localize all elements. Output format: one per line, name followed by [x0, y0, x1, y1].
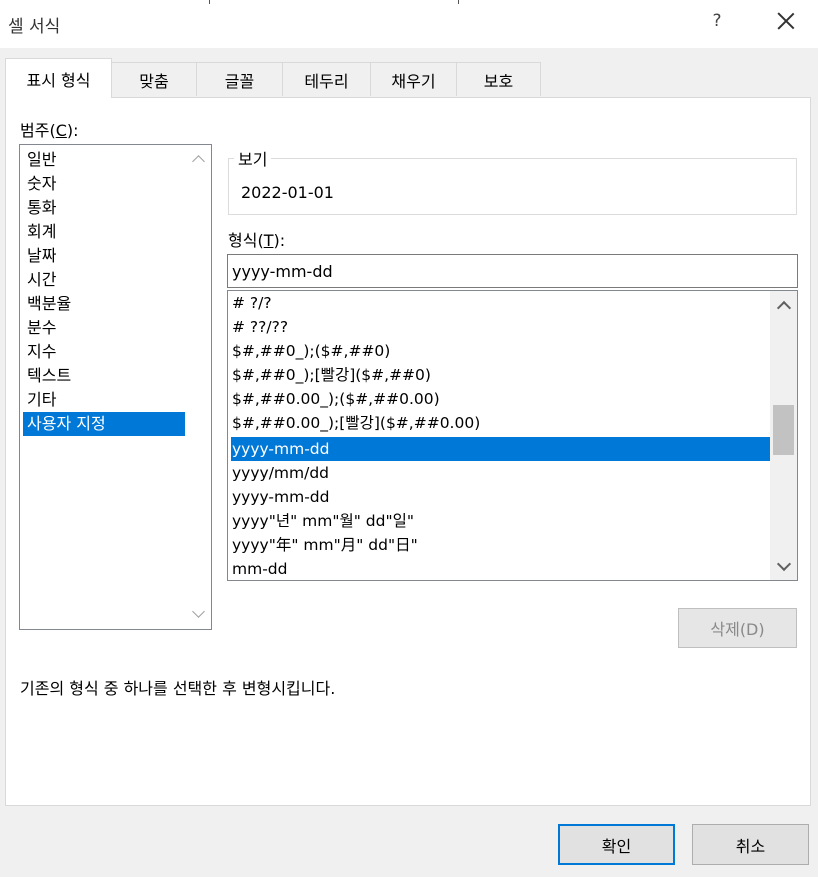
format-label-pre: 형식(: [228, 231, 264, 250]
delete-button[interactable]: 삭제(D): [678, 608, 797, 648]
category-label: 범주(C):: [20, 117, 79, 141]
cancel-button[interactable]: 취소: [692, 824, 809, 865]
ok-button[interactable]: 확인: [558, 824, 675, 865]
tab-label: 테두리: [304, 71, 349, 91]
category-item-percentage[interactable]: 백분율: [23, 292, 185, 316]
category-item-fraction[interactable]: 분수: [23, 316, 185, 340]
scroll-up-icon[interactable]: [776, 300, 792, 316]
divider: [458, 0, 459, 4]
category-label-pre: 범주(: [20, 121, 56, 140]
chevron-up-icon[interactable]: [192, 155, 205, 168]
category-item-special[interactable]: 기타: [23, 388, 185, 412]
category-label-post: ):: [66, 121, 79, 140]
dialog-title: 셀 서식: [8, 17, 61, 37]
scroll-down-icon[interactable]: [776, 556, 792, 572]
divider: [209, 0, 210, 4]
format-item[interactable]: $#,##0.00_);[빨강]($#,##0.00): [231, 411, 771, 435]
category-item-custom[interactable]: 사용자 지정: [23, 412, 185, 436]
category-item-number[interactable]: 숫자: [23, 172, 185, 196]
tab-label: 글꼴: [224, 71, 255, 91]
category-list[interactable]: 일반 숫자 통화 회계 날짜 시간 백분율 분수 지수 텍스트 기타 사용자 지…: [19, 144, 212, 630]
tab-font[interactable]: 글꼴: [196, 62, 283, 96]
category-item-general[interactable]: 일반: [23, 148, 185, 172]
category-item-accounting[interactable]: 회계: [23, 220, 185, 244]
format-input[interactable]: [227, 254, 798, 288]
tab-label: 맞춤: [139, 71, 169, 91]
close-icon[interactable]: [772, 8, 800, 36]
format-item[interactable]: # ??/??: [231, 315, 771, 339]
tab-protection[interactable]: 보호: [456, 62, 541, 96]
sample-label: 보기: [234, 146, 272, 170]
tab-label: 보호: [483, 71, 514, 91]
tab-label: 채우기: [391, 71, 436, 91]
format-item[interactable]: mm-dd: [231, 557, 771, 580]
tab-label: 표시 형식: [26, 70, 91, 90]
tab-border[interactable]: 테두리: [282, 62, 371, 96]
category-scrollbar[interactable]: [186, 145, 211, 629]
format-label: 형식(T):: [228, 227, 285, 251]
format-item[interactable]: yyyy"年" mm"月" dd"日": [231, 533, 771, 557]
format-item[interactable]: $#,##0_);($#,##0): [231, 339, 771, 363]
format-label-key: T: [263, 231, 274, 250]
category-item-text[interactable]: 텍스트: [23, 364, 185, 388]
category-label-key: C: [55, 121, 67, 140]
format-list[interactable]: # ?/? # ??/?? $#,##0_);($#,##0) $#,##0_)…: [227, 290, 798, 581]
category-item-scientific[interactable]: 지수: [23, 340, 185, 364]
format-item[interactable]: yyyy-mm-dd: [231, 485, 771, 509]
tab-fill[interactable]: 채우기: [370, 62, 457, 96]
format-item-selected[interactable]: yyyy-mm-dd: [231, 437, 771, 461]
tab-number-format[interactable]: 표시 형식: [5, 58, 112, 98]
format-item[interactable]: $#,##0.00_);($#,##0.00): [231, 387, 771, 411]
category-item-currency[interactable]: 통화: [23, 196, 185, 220]
chevron-down-icon[interactable]: [192, 605, 205, 618]
format-item[interactable]: # ?/?: [231, 291, 771, 315]
category-item-time[interactable]: 시간: [23, 268, 185, 292]
format-item[interactable]: $#,##0_);[빨강]($#,##0): [231, 363, 771, 387]
help-icon[interactable]: ?: [708, 11, 726, 31]
format-item[interactable]: yyyy"년" mm"월" dd"일": [231, 509, 771, 533]
scrollbar-thumb[interactable]: [773, 405, 794, 455]
format-item[interactable]: yyyy/mm/dd: [231, 461, 771, 485]
sample-value: 2022-01-01: [241, 183, 334, 202]
tab-alignment[interactable]: 맞춤: [111, 62, 197, 96]
category-item-date[interactable]: 날짜: [23, 244, 185, 268]
description-text: 기존의 형식 중 하나를 선택한 후 변형시킵니다.: [20, 679, 336, 698]
format-label-post: ):: [273, 231, 286, 250]
title-bar: [0, 0, 818, 48]
